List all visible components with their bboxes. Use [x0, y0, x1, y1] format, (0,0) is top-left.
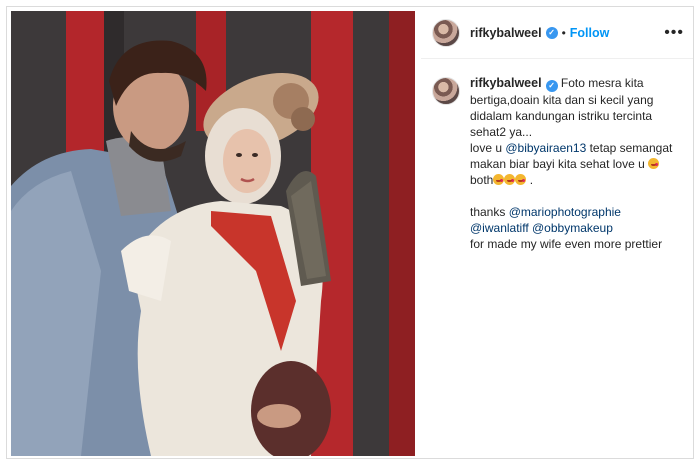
caption-thanks-prefix: thanks [470, 205, 509, 219]
post-sidebar: rifkybalweel ✓ • Follow ••• rifkybalweel… [421, 7, 693, 458]
follow-button[interactable]: Follow [570, 26, 610, 40]
mention-bibyairaen13[interactable]: @bibyairaen13 [505, 141, 586, 155]
mention-obbymakeup[interactable]: @obbymakeup [532, 221, 613, 235]
mention-iwanlatiff[interactable]: @iwanlatiff [470, 221, 529, 235]
more-options-icon[interactable]: ••• [664, 24, 684, 42]
caption-avatar[interactable] [432, 77, 460, 105]
post-photo[interactable] [11, 11, 415, 456]
heart-eyes-emoji-icon [648, 158, 660, 169]
separator-dot: • [561, 25, 566, 40]
caption-both: both [470, 173, 494, 187]
verified-badge-icon: ✓ [545, 26, 558, 39]
verified-badge-icon: ✓ [545, 80, 558, 92]
caption-text: rifkybalweel ✓ Foto mesra kita bertiga,do… [470, 75, 682, 252]
caption-period: . [526, 173, 534, 187]
instagram-post: rifkybalweel ✓ • Follow ••• rifkybalweel… [6, 6, 694, 459]
caption-love-prefix: love u [470, 141, 506, 155]
caption-comment: rifkybalweel ✓ Foto mesra kita bertiga,do… [421, 59, 693, 252]
maternity-photo-illustration [11, 11, 415, 456]
kiss-emoji-icon [504, 174, 516, 185]
author-username[interactable]: rifkybalweel [470, 26, 542, 40]
caption-username[interactable]: rifkybalweel [470, 76, 542, 90]
kiss-emoji-icon [515, 174, 527, 185]
kiss-emoji-icon [493, 174, 505, 185]
author-avatar[interactable] [432, 18, 460, 47]
post-header: rifkybalweel ✓ • Follow ••• [421, 7, 693, 59]
mention-mariophotographie[interactable]: @mariophotographie [509, 205, 621, 219]
caption-closing: for made my wife even more prettier [470, 237, 663, 251]
